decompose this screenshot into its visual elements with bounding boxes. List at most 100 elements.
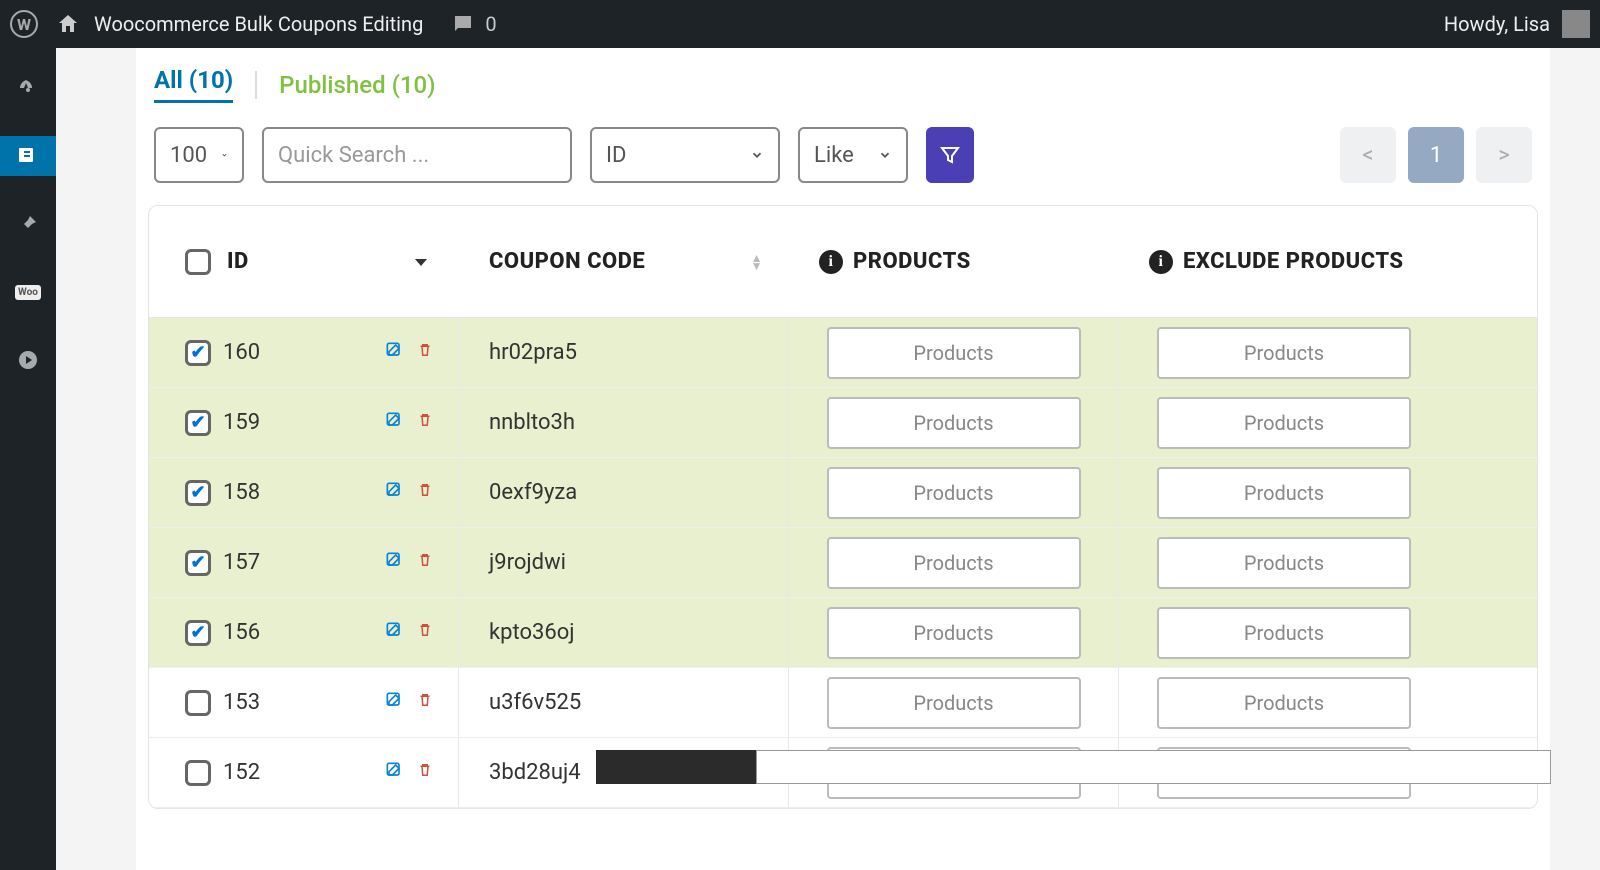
cell-id: 158 <box>149 458 459 527</box>
tab-all[interactable]: All (10) <box>154 66 233 103</box>
per-page-select[interactable]: 100 <box>154 127 244 183</box>
sidebar-media[interactable] <box>0 340 56 380</box>
delete-row-button[interactable] <box>416 340 434 366</box>
row-checkbox[interactable] <box>185 410 211 436</box>
column-products-header[interactable]: i PRODUCTS <box>789 249 1119 274</box>
column-code-header[interactable]: COUPON CODE ▲▼ <box>459 249 789 274</box>
sidebar-woocommerce[interactable]: Woo <box>0 272 56 312</box>
table-header: ID COUPON CODE ▲▼ i PRODUCTS i EXCLUDE P… <box>149 206 1537 318</box>
overlay-dark-bar <box>596 750 756 784</box>
edit-row-button[interactable] <box>384 760 404 786</box>
sort-both-icon[interactable]: ▲▼ <box>751 254 763 270</box>
wp-admin-sidebar: Woo <box>0 48 56 870</box>
products-button[interactable]: Products <box>827 397 1081 449</box>
page-next-button[interactable]: > <box>1476 127 1532 183</box>
cell-products: Products <box>789 458 1119 527</box>
select-all-checkbox[interactable] <box>185 249 211 275</box>
exclude-products-button[interactable]: Products <box>1157 467 1411 519</box>
cell-code[interactable]: u3f6v525 <box>459 668 789 737</box>
sidebar-dashboard[interactable] <box>0 68 56 108</box>
row-checkbox[interactable] <box>185 480 211 506</box>
delete-row-button[interactable] <box>416 480 434 506</box>
chevron-down-icon <box>878 148 892 162</box>
cell-id: 157 <box>149 528 459 597</box>
row-id-value: 157 <box>223 550 260 575</box>
site-title[interactable]: Woocommerce Bulk Coupons Editing <box>94 12 423 36</box>
cell-exclude-products: Products <box>1119 458 1449 527</box>
delete-row-button[interactable] <box>416 410 434 436</box>
sort-desc-icon[interactable] <box>413 256 429 268</box>
gauge-icon <box>16 76 40 100</box>
chevron-down-icon <box>221 148 228 162</box>
products-button[interactable]: Products <box>827 607 1081 659</box>
pin-icon <box>16 212 40 236</box>
comment-icon[interactable] <box>451 12 475 36</box>
products-button[interactable]: Products <box>827 467 1081 519</box>
row-id-value: 156 <box>223 620 260 645</box>
row-checkbox[interactable] <box>185 760 211 786</box>
edit-row-button[interactable] <box>384 550 404 576</box>
edit-row-button[interactable] <box>384 480 404 506</box>
exclude-products-button[interactable]: Products <box>1157 677 1411 729</box>
cell-products: Products <box>789 528 1119 597</box>
cell-code[interactable]: hr02pra5 <box>459 318 789 387</box>
exclude-products-button[interactable]: Products <box>1157 397 1411 449</box>
column-exclude-label: EXCLUDE PRODUCTS <box>1183 249 1404 274</box>
exclude-products-button[interactable]: Products <box>1157 327 1411 379</box>
coupon-code-value: 0exf9yza <box>489 480 577 505</box>
chevron-down-icon <box>750 148 764 162</box>
row-checkbox[interactable] <box>185 340 211 366</box>
cell-products: Products <box>789 318 1119 387</box>
play-circle-icon <box>16 348 40 372</box>
filter-bar: 100 Quick Search ... ID Like < 1 > <box>136 115 1550 205</box>
column-exclude-header[interactable]: i EXCLUDE PRODUCTS <box>1119 249 1449 274</box>
exclude-products-button[interactable]: Products <box>1157 537 1411 589</box>
edit-row-button[interactable] <box>384 690 404 716</box>
info-icon[interactable]: i <box>819 250 843 274</box>
column-id-header[interactable]: ID <box>149 249 459 275</box>
products-button[interactable]: Products <box>827 537 1081 589</box>
row-checkbox[interactable] <box>185 690 211 716</box>
home-icon[interactable] <box>56 12 80 36</box>
row-id-value: 153 <box>223 690 260 715</box>
page-prev-button[interactable]: < <box>1340 127 1396 183</box>
search-operator-value: Like <box>814 143 854 168</box>
user-avatar[interactable] <box>1562 10 1590 38</box>
howdy-text[interactable]: Howdy, Lisa <box>1444 12 1550 36</box>
delete-row-button[interactable] <box>416 690 434 716</box>
delete-row-button[interactable] <box>416 760 434 786</box>
coupons-table: ID COUPON CODE ▲▼ i PRODUCTS i EXCLUDE P… <box>148 205 1538 809</box>
main-content: All (10) Published (10) 100 Quick Search… <box>56 48 1600 870</box>
cell-code[interactable]: nnblto3h <box>459 388 789 457</box>
products-button[interactable]: Products <box>827 677 1081 729</box>
search-field-select[interactable]: ID <box>590 127 780 183</box>
row-id-value: 152 <box>223 760 260 785</box>
search-operator-select[interactable]: Like <box>798 127 908 183</box>
edit-row-button[interactable] <box>384 410 404 436</box>
exclude-products-button[interactable]: Products <box>1157 607 1411 659</box>
quick-search-input[interactable]: Quick Search ... <box>262 127 572 183</box>
cell-code[interactable]: kpto36oj <box>459 598 789 667</box>
edit-row-button[interactable] <box>384 340 404 366</box>
delete-row-button[interactable] <box>416 620 434 646</box>
wordpress-logo-icon[interactable]: W <box>10 10 38 38</box>
coupon-code-value: u3f6v525 <box>489 690 581 715</box>
row-id-value: 158 <box>223 480 260 505</box>
delete-row-button[interactable] <box>416 550 434 576</box>
tab-published[interactable]: Published (10) <box>279 71 435 99</box>
products-button[interactable]: Products <box>827 327 1081 379</box>
apply-filter-button[interactable] <box>926 127 974 183</box>
cell-products: Products <box>789 598 1119 667</box>
row-checkbox[interactable] <box>185 620 211 646</box>
page-current-button[interactable]: 1 <box>1408 127 1464 183</box>
cell-code[interactable]: j9rojdwi <box>459 528 789 597</box>
table-row: 153 u3f6v525 Products Products <box>149 668 1537 738</box>
sidebar-pin[interactable] <box>0 204 56 244</box>
cell-code[interactable]: 0exf9yza <box>459 458 789 527</box>
row-checkbox[interactable] <box>185 550 211 576</box>
per-page-value: 100 <box>170 143 207 168</box>
info-icon[interactable]: i <box>1149 250 1173 274</box>
edit-row-button[interactable] <box>384 620 404 646</box>
sidebar-bulk-edit[interactable] <box>0 136 56 176</box>
search-placeholder: Quick Search ... <box>278 143 429 168</box>
